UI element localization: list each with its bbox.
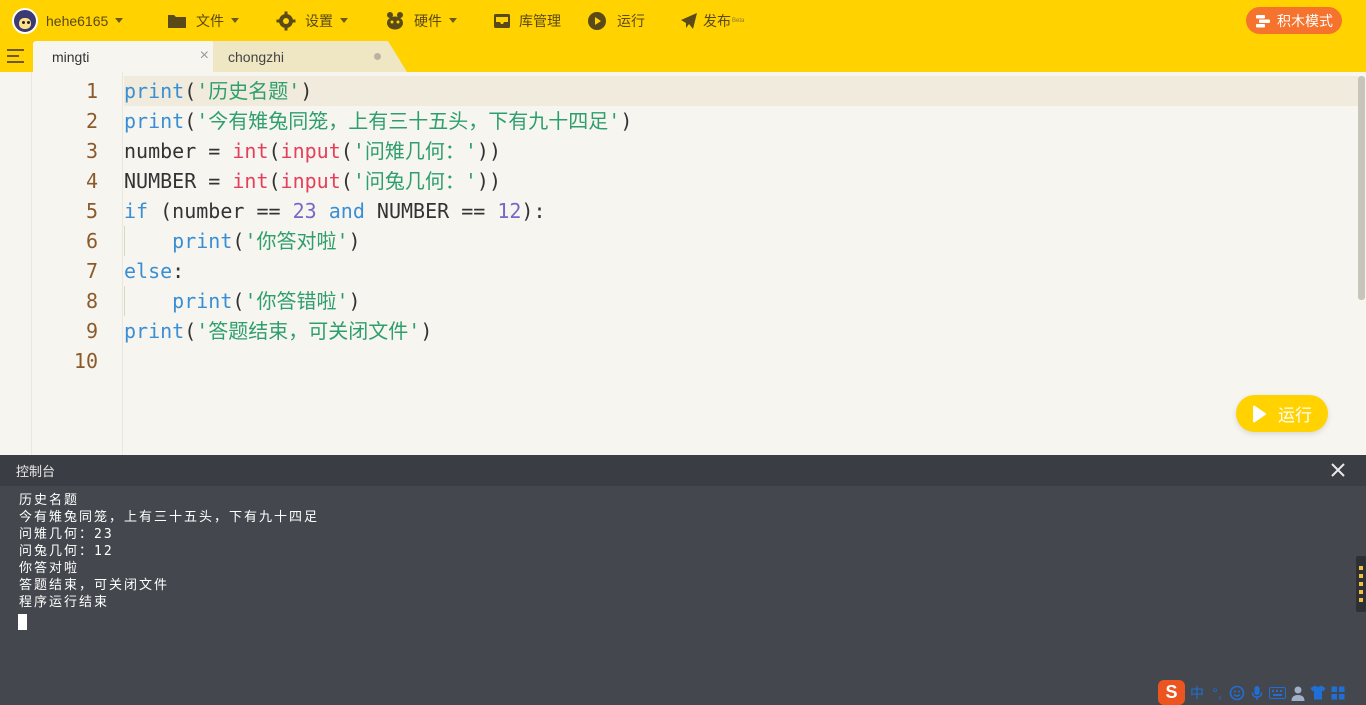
folder-icon <box>168 14 186 28</box>
text-cursor <box>18 614 27 630</box>
chevron-down-icon <box>231 18 239 23</box>
user-menu[interactable]: hehe6165 <box>12 0 124 41</box>
code-line[interactable]: NUMBER = int(input('问兔几何：')) <box>124 166 501 196</box>
chevron-down-icon <box>340 18 348 23</box>
grid-menu-icon[interactable] <box>1330 682 1346 704</box>
blocks-icon <box>1256 14 1270 27</box>
console-header: 控制台 <box>0 455 1366 486</box>
line-number: 9 <box>85 319 98 343</box>
console-line: 问雉几何：23 <box>19 527 114 542</box>
menu-icon[interactable] <box>7 49 24 63</box>
line-number: 5 <box>85 199 98 223</box>
file-menu[interactable]: 文件 <box>167 0 239 41</box>
avatar <box>12 7 38 34</box>
line-number: 3 <box>85 139 98 163</box>
run-button-label: 运行 <box>1278 406 1312 425</box>
code-editor[interactable]: 1 2 3 4 5 6 7 8 9 10 print('历史名题') print… <box>0 72 1366 455</box>
settings-menu[interactable]: 设置 <box>276 0 348 41</box>
gear-icon <box>276 11 296 30</box>
console-line: 答题结束，可关闭文件 <box>19 578 170 593</box>
settings-menu-label: 设置 <box>305 12 333 29</box>
hardware-menu[interactable]: 硬件 <box>385 0 457 41</box>
console-line: 今有雉兔同笼，上有三十五头，下有九十四足 <box>19 510 320 525</box>
tab-bar: mingti × chongzhi <box>0 41 1366 72</box>
beta-badge: Beta <box>732 17 745 24</box>
publish-button[interactable]: 发布 Beta <box>680 0 744 41</box>
side-strip <box>0 72 32 455</box>
run-menu-button[interactable]: 运行 <box>587 0 645 41</box>
code-line[interactable]: print('你答错啦') <box>124 286 360 316</box>
close-icon[interactable]: × <box>200 48 209 64</box>
top-toolbar: hehe6165 文件 设置 硬件 库管理 运行 发布 Beta 积木模式 <box>0 0 1366 41</box>
tab-label: chongzhi <box>228 48 285 65</box>
play-icon <box>1253 405 1266 422</box>
code-line[interactable]: print('你答对啦') <box>124 226 360 256</box>
line-number: 6 <box>85 229 98 253</box>
publish-label: 发布 <box>703 12 731 29</box>
code-line[interactable]: else: <box>124 256 184 286</box>
run-menu-label: 运行 <box>617 12 645 29</box>
code-line[interactable]: if (number == 23 and NUMBER == 12): <box>124 196 546 226</box>
line-number: 1 <box>85 79 98 103</box>
console-title: 控制台 <box>16 464 56 479</box>
paper-plane-icon <box>681 12 697 29</box>
user-icon[interactable] <box>1290 682 1306 704</box>
tab-mingti[interactable]: mingti × <box>33 41 215 72</box>
run-button[interactable]: 运行 <box>1236 395 1328 432</box>
keyboard-icon[interactable] <box>1269 682 1286 704</box>
hardware-menu-label: 硬件 <box>414 12 442 29</box>
code-line[interactable]: number = int(input('问雉几何：')) <box>124 136 501 166</box>
editor-scrollbar[interactable] <box>1358 76 1365 300</box>
console-line: 问兔几何：12 <box>19 544 114 559</box>
tab-label: mingti <box>52 48 90 65</box>
library-manager-button[interactable]: 库管理 <box>493 0 561 41</box>
chevron-down-icon <box>115 18 124 23</box>
unsaved-dot-icon <box>374 53 381 60</box>
tab-chongzhi[interactable]: chongzhi <box>213 41 407 72</box>
username: hehe6165 <box>46 12 109 29</box>
inbox-icon <box>494 13 510 28</box>
line-number: 4 <box>85 169 98 193</box>
line-number: 2 <box>85 109 98 133</box>
code-line[interactable]: print('历史名题') <box>124 76 312 106</box>
library-manager-label: 库管理 <box>519 12 561 29</box>
console-line: 历史名题 <box>19 493 80 508</box>
file-menu-label: 文件 <box>196 12 224 29</box>
ime-toolbar: S 中 °, <box>1158 680 1346 705</box>
emoji-icon[interactable] <box>1229 682 1245 704</box>
line-number: 7 <box>85 259 98 283</box>
code-line[interactable]: print('答题结束，可关闭文件') <box>124 316 432 346</box>
console-output[interactable]: 历史名题 今有雉兔同笼，上有三十五头，下有九十四足 问雉几何：23 问兔几何：1… <box>0 486 1366 705</box>
line-number: 8 <box>85 289 98 313</box>
code-line[interactable]: print('今有雉兔同笼，上有三十五头，下有九十四足') <box>124 106 632 136</box>
microphone-icon[interactable] <box>1249 682 1265 704</box>
chevron-down-icon <box>449 18 457 23</box>
level-meter <box>1356 556 1366 612</box>
block-mode-label: 积木模式 <box>1277 12 1333 29</box>
play-circle-icon <box>588 11 606 30</box>
console-line: 你答对啦 <box>19 561 80 576</box>
robot-icon <box>387 11 403 29</box>
punctuation-icon[interactable]: °, <box>1209 682 1225 704</box>
block-mode-button[interactable]: 积木模式 <box>1246 7 1342 34</box>
line-number: 10 <box>73 349 98 373</box>
shirt-icon[interactable] <box>1310 682 1326 704</box>
close-icon[interactable] <box>1330 462 1346 478</box>
console-line: 程序运行结束 <box>19 595 110 610</box>
ime-mode-toggle[interactable]: 中 <box>1189 682 1205 704</box>
sogou-logo-icon[interactable]: S <box>1158 680 1185 705</box>
